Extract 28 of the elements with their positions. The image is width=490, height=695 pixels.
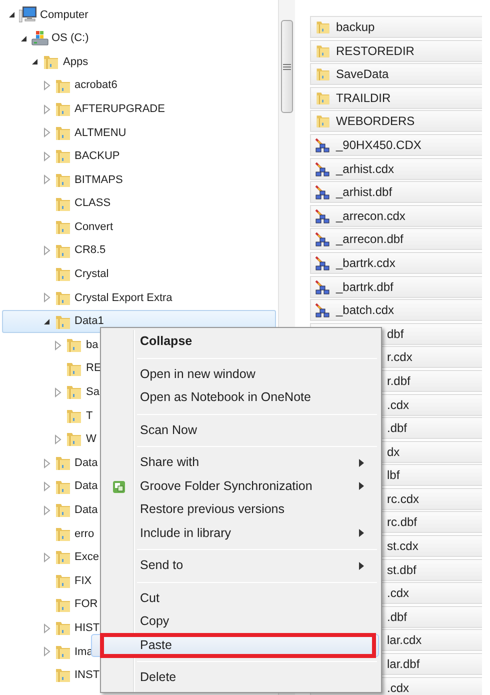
tree-label: Crystal [74, 267, 109, 282]
tree-label: Data [74, 456, 98, 471]
tree-label: Crystal Export Extra [74, 290, 172, 306]
tree-label: Apps [63, 54, 88, 70]
tree-label: AFTERUPGRADE [74, 102, 165, 117]
tree-label: Computer [40, 8, 88, 23]
tree-label: Sa [86, 385, 100, 400]
tree-label: W [86, 432, 96, 448]
tree-label: OS (C:) [52, 31, 89, 46]
tree-label: BACKUP [74, 149, 120, 164]
tree-label: acrobat6 [74, 78, 118, 94]
tree-label: Convert [74, 220, 114, 235]
tree-label: CLASS [74, 196, 111, 212]
tree-label: ba [86, 338, 98, 353]
tree-label: ALTMENU [74, 126, 126, 141]
tree-label: FIX [74, 574, 92, 589]
tree-label: Data1 [74, 314, 104, 330]
tree-label: T [86, 408, 93, 424]
tree-label: Data [74, 503, 98, 518]
tree-label: Data [74, 479, 98, 494]
tree-label: BITMAPS [74, 172, 123, 188]
tree-label: HIST [74, 620, 100, 636]
tree-label: RE [86, 361, 102, 376]
tree-label: CR8.5 [74, 243, 106, 258]
tree-label: FOR [74, 597, 98, 612]
tree-label: INST [74, 668, 100, 684]
tree-label: erro [74, 526, 94, 542]
tree-label: Exce [74, 550, 99, 566]
